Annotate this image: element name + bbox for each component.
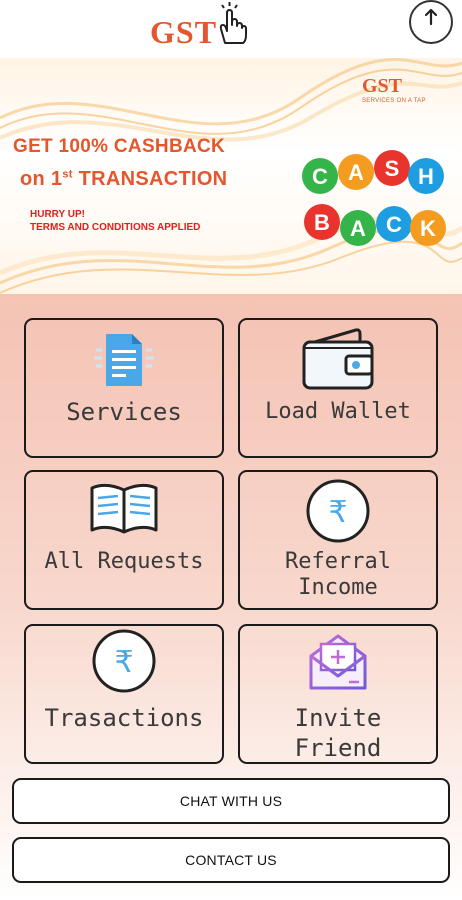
cb-letter: A (348, 160, 364, 185)
svg-text:₹: ₹ (328, 495, 347, 530)
power-icon (424, 8, 438, 26)
cb-letter: C (386, 212, 402, 237)
load-wallet-tile[interactable]: Load Wallet (238, 318, 438, 458)
contact-us-button[interactable]: CONTACT US (12, 837, 450, 883)
logout-button[interactable] (409, 0, 453, 44)
promo-subheadline: on 1st TRANSACTION (20, 168, 228, 190)
all-requests-label: All Requests (44, 549, 204, 574)
banner-brand: GST SERVICES ON A TAP (362, 76, 426, 104)
hurry-text: HURRY UP! (30, 209, 86, 220)
services-label: Services (66, 398, 182, 426)
cb-letter: C (312, 164, 328, 189)
rupee-icon: ₹ (306, 479, 370, 543)
transactions-tile[interactable]: ₹ Trasactions (24, 624, 224, 764)
promo-terms: HURRY UP! TERMS AND CONDITIONS APPLIED (30, 208, 200, 234)
tap-hand-icon (213, 1, 249, 50)
invite-label-line1: Invite (294, 704, 382, 732)
logo-text: GST (150, 14, 218, 50)
cb-letter: A (350, 216, 366, 241)
load-wallet-label: Load Wallet (265, 399, 411, 424)
chat-with-us-button[interactable]: CHAT WITH US (12, 778, 450, 824)
promo-headline: GET 100% CASHBACK (13, 136, 226, 157)
cb-letter: B (314, 210, 330, 235)
cb-letter: K (420, 216, 436, 241)
open-book-icon (90, 483, 158, 534)
banner-brand-text: GST (362, 75, 403, 97)
services-tile[interactable]: Services (24, 318, 224, 458)
referral-label-line1: Referral (285, 549, 391, 574)
mail-add-icon (309, 634, 367, 690)
invite-label-line2: Friend (294, 734, 382, 762)
cb-letter: H (418, 164, 434, 189)
promo-banner[interactable]: GST SERVICES ON A TAP GET 100% CASHBACK … (0, 58, 462, 294)
all-requests-tile[interactable]: All Requests (24, 470, 224, 610)
transactions-label: Trasactions (44, 704, 204, 732)
document-icon (94, 334, 154, 386)
wallet-icon (302, 328, 374, 390)
svg-text:₹: ₹ (114, 645, 133, 680)
cashback-badge: C A S H B A C K (302, 150, 446, 246)
main-menu: Services Load Wallet All Requests ₹ Refe… (0, 294, 462, 900)
invite-friend-tile[interactable]: Invite Friend (238, 624, 438, 764)
banner-tagline: SERVICES ON A TAP (362, 98, 426, 104)
referral-income-tile[interactable]: ₹ Referral Income (238, 470, 438, 610)
referral-label-line2: Income (298, 575, 378, 600)
app-header: GST (0, 0, 462, 60)
app-logo: GST (150, 2, 249, 51)
terms-text: TERMS AND CONDITIONS APPLIED (30, 222, 201, 233)
rupee-icon: ₹ (92, 629, 156, 693)
cb-letter: S (385, 156, 400, 181)
